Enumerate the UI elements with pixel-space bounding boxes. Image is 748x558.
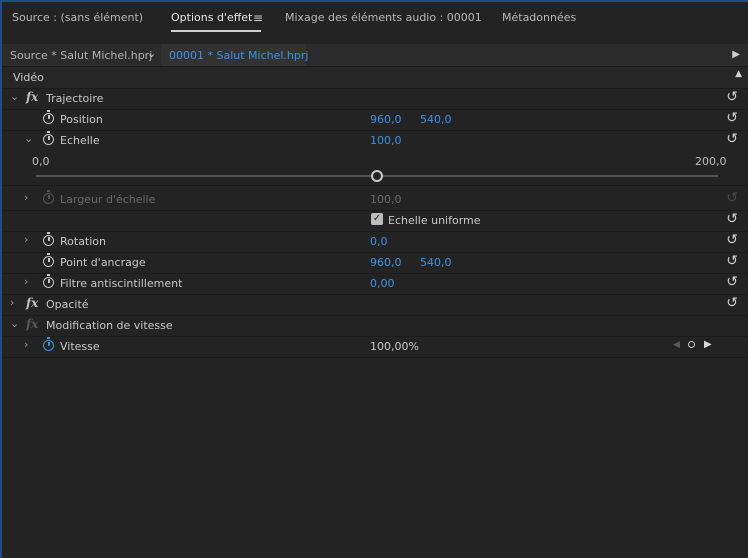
sequence-bar: Source * Salut Michel.hprj ⌄ 00001 * Sal… — [2, 44, 748, 67]
slider-min-label: 0,0 — [32, 155, 50, 168]
speed-label: Vitesse — [60, 340, 100, 353]
tab-effect-options[interactable]: Options d'effet — [171, 11, 252, 24]
chevron-down-icon[interactable]: ⌄ — [10, 317, 19, 330]
stopwatch-icon[interactable] — [43, 253, 54, 267]
anchor-point-label: Point d'ancrage — [60, 256, 146, 269]
anchor-point-row: Point d'ancrage 960,0 540,0 ↺ — [2, 252, 748, 274]
panel-tabs: Source : (sans élément) Options d'effet … — [2, 2, 748, 36]
play-triangle-icon[interactable]: ▶ — [732, 49, 740, 60]
tab-audio-mixer[interactable]: Mixage des éléments audio : 00001 — [285, 11, 482, 24]
scale-slider-thumb[interactable] — [371, 170, 383, 182]
tab-source[interactable]: Source : (sans élément) — [12, 11, 143, 24]
slider-max-label: 200,0 — [695, 155, 727, 168]
position-label: Position — [60, 113, 103, 126]
video-header-label: Vidéo — [13, 71, 44, 84]
active-sequence-tab[interactable]: 00001 * Salut Michel.hprj — [161, 44, 309, 66]
stopwatch-icon[interactable] — [43, 274, 54, 288]
scale-width-value: 100,0 — [370, 193, 402, 206]
scale-label: Echelle — [60, 134, 100, 147]
reset-icon[interactable]: ↺ — [726, 232, 738, 248]
anti-flicker-value[interactable]: 0,00 — [370, 277, 395, 290]
rotation-value[interactable]: 0,0 — [370, 235, 388, 248]
time-remap-row[interactable]: ⌄ fx Modification de vitesse — [2, 315, 748, 337]
chevron-down-icon[interactable]: ⌄ — [147, 47, 156, 60]
time-remap-label: Modification de vitesse — [46, 319, 173, 332]
opacity-label: Opacité — [46, 298, 89, 311]
next-keyframe-icon[interactable]: ▶ — [704, 339, 712, 350]
scale-width-label: Largeur d'échelle — [60, 193, 156, 206]
scale-row: ⌄ Echelle 100,0 ↺ — [2, 130, 748, 151]
reset-icon[interactable]: ↺ — [726, 131, 738, 147]
tab-menu-icon[interactable]: ≡ — [253, 11, 263, 25]
reset-icon[interactable]: ↺ — [726, 110, 738, 126]
source-clip-label[interactable]: Source * Salut Michel.hprj — [10, 49, 152, 62]
scroll-up-icon[interactable]: ▲ — [735, 69, 742, 79]
stopwatch-icon[interactable] — [43, 110, 54, 124]
rotation-label: Rotation — [60, 235, 107, 248]
reset-icon[interactable]: ↺ — [726, 274, 738, 290]
anti-flicker-row: › Filtre antiscintillement 0,00 ↺ — [2, 273, 748, 295]
opacity-row[interactable]: › fx Opacité ↺ — [2, 294, 748, 316]
reset-icon[interactable]: ↺ — [726, 253, 738, 269]
chevron-right-icon[interactable]: › — [24, 338, 28, 351]
position-row: Position 960,0 540,0 ↺ — [2, 109, 748, 131]
video-header-row: Vidéo ▲ — [2, 67, 748, 89]
chevron-down-icon[interactable]: ⌄ — [24, 132, 33, 145]
fx-icon: fx — [26, 317, 39, 331]
motion-row[interactable]: ⌄ fx Trajectoire ↺ — [2, 88, 748, 110]
speed-row: › Vitesse 100,00% ◀ ▶ — [2, 336, 748, 358]
uniform-scale-row: ✓ Echelle uniforme ↺ — [2, 210, 748, 232]
stopwatch-icon — [43, 190, 54, 204]
effect-controls-panel: Vidéo ▲ ⌄ fx Trajectoire ↺ Position 960,… — [2, 67, 748, 558]
anti-flicker-label: Filtre antiscintillement — [60, 277, 183, 290]
chevron-right-icon[interactable]: › — [24, 275, 28, 288]
speed-value[interactable]: 100,00% — [370, 340, 419, 353]
chevron-right-icon[interactable]: › — [24, 233, 28, 246]
scale-width-row: › Largeur d'échelle 100,0 ↺ — [2, 189, 748, 211]
rotation-row: › Rotation 0,0 ↺ — [2, 231, 748, 253]
reset-icon[interactable]: ↺ — [726, 89, 738, 105]
position-y-value[interactable]: 540,0 — [420, 113, 452, 126]
chevron-right-icon[interactable]: › — [10, 296, 14, 309]
active-sequence-label: 00001 * Salut Michel.hprj — [169, 49, 309, 62]
chevron-right-icon: › — [24, 191, 29, 204]
reset-icon: ↺ — [726, 190, 738, 206]
uniform-scale-checkbox[interactable]: ✓ — [371, 213, 383, 225]
scale-slider-row: 0,0 200,0 — [2, 151, 748, 186]
tab-metadata[interactable]: Métadonnées — [502, 11, 576, 24]
chevron-down-icon[interactable]: ⌄ — [10, 90, 19, 103]
reset-icon[interactable]: ↺ — [726, 211, 738, 227]
position-x-value[interactable]: 960,0 — [370, 113, 402, 126]
fx-icon[interactable]: fx — [26, 90, 38, 104]
anchor-x-value[interactable]: 960,0 — [370, 256, 402, 269]
stopwatch-icon[interactable] — [43, 131, 54, 145]
fx-icon[interactable]: fx — [26, 296, 38, 310]
stopwatch-icon[interactable] — [43, 232, 54, 246]
scale-value[interactable]: 100,0 — [370, 134, 402, 147]
motion-label: Trajectoire — [46, 92, 104, 105]
add-keyframe-icon[interactable] — [688, 341, 695, 348]
previous-keyframe-icon[interactable]: ◀ — [673, 340, 680, 350]
stopwatch-icon[interactable] — [43, 337, 54, 351]
uniform-scale-label: Echelle uniforme — [388, 214, 481, 227]
anchor-y-value[interactable]: 540,0 — [420, 256, 452, 269]
reset-icon[interactable]: ↺ — [726, 295, 738, 311]
active-tab-indicator — [171, 30, 261, 32]
